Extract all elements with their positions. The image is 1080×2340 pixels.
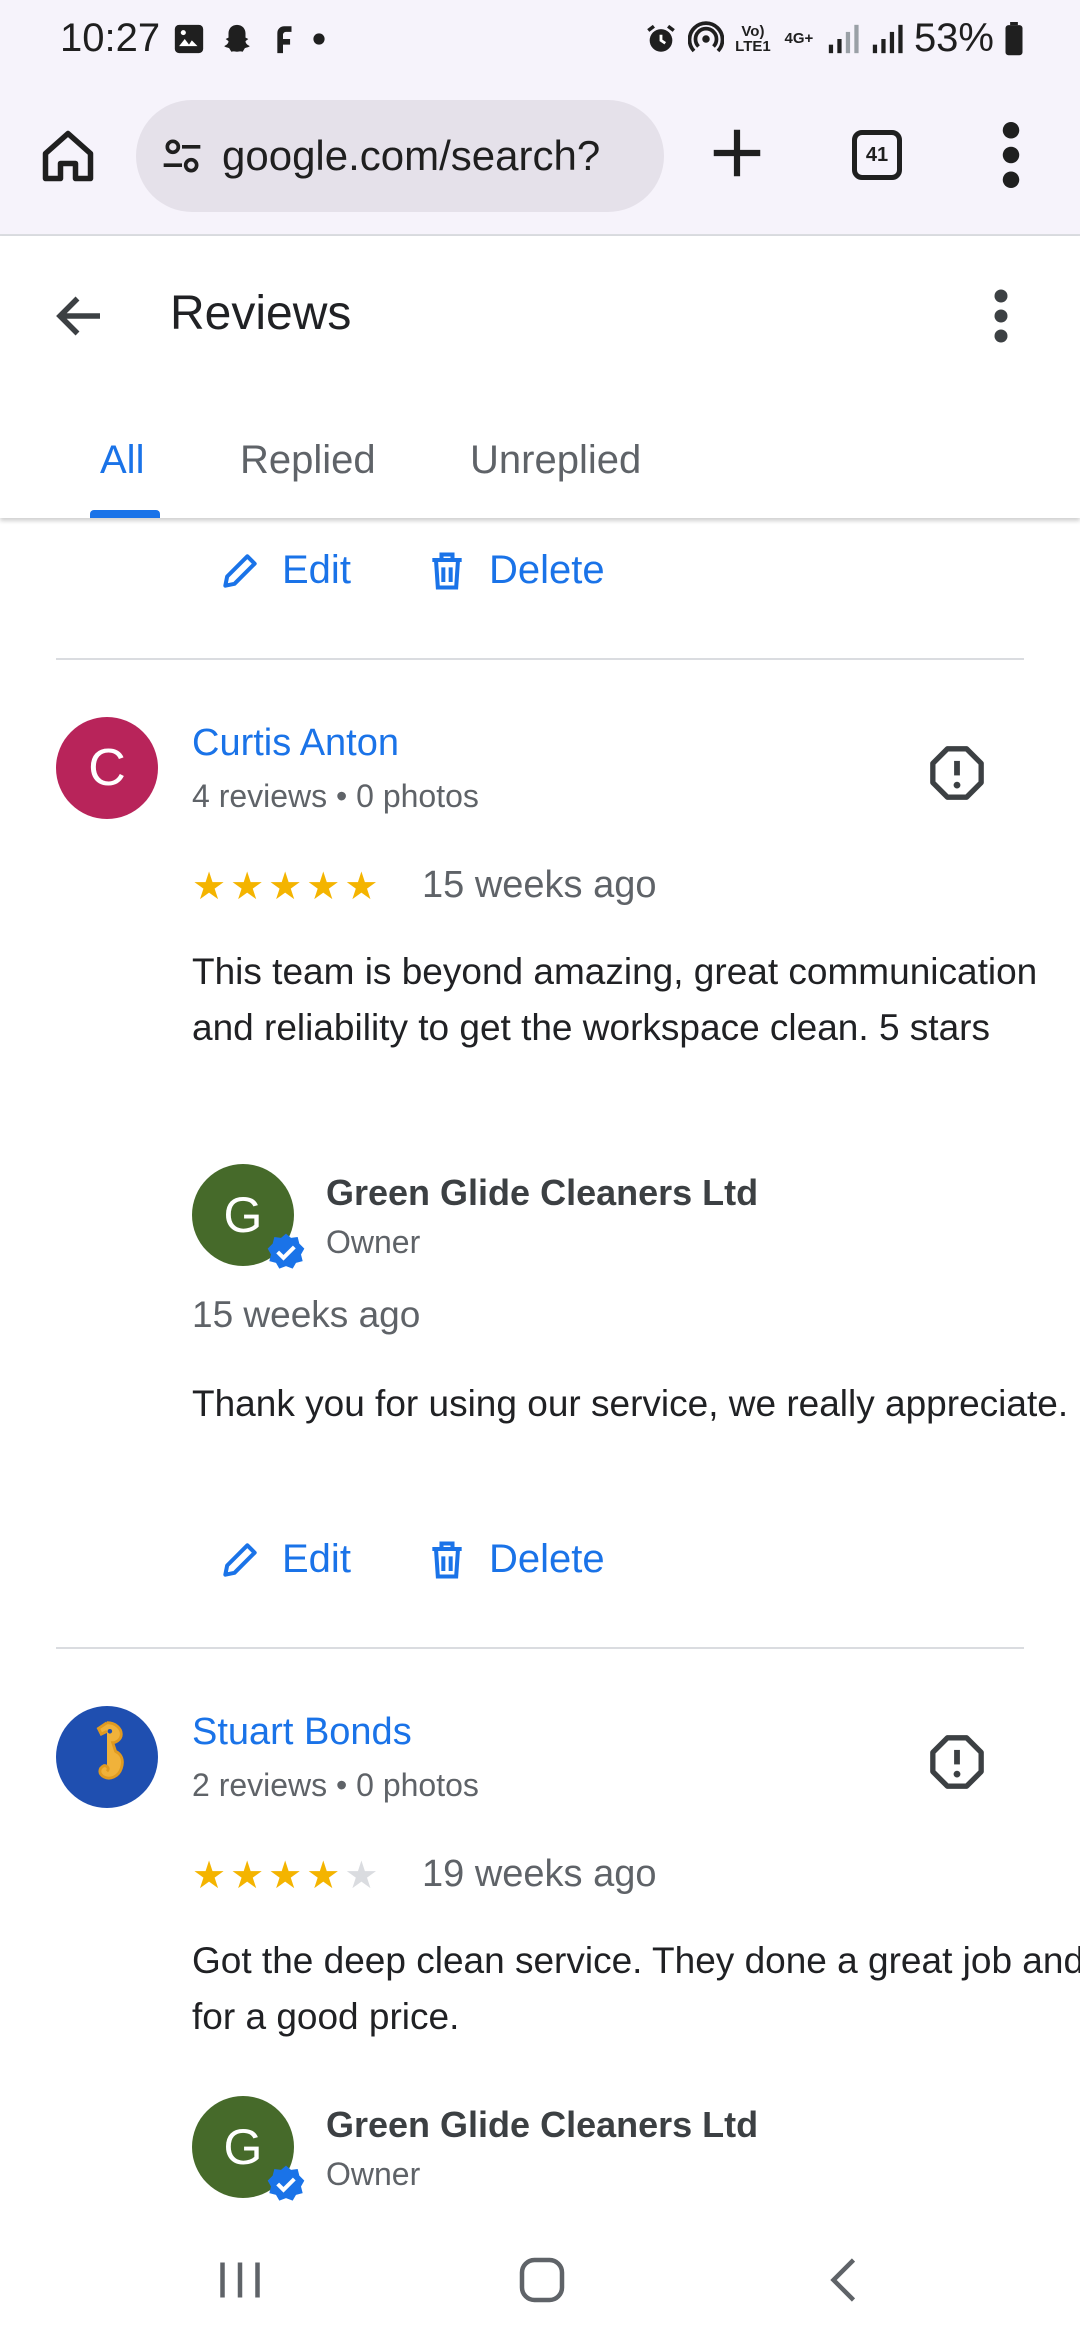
divider	[56, 1647, 1024, 1649]
hotspot-icon	[687, 20, 724, 52]
signal-icon-2	[872, 24, 903, 53]
trash-icon	[432, 1540, 462, 1579]
avatar[interactable]	[56, 1706, 158, 1808]
page-title: Reviews	[170, 287, 352, 340]
tab-unreplied[interactable]: Unreplied	[470, 438, 641, 483]
review-text: Got the deep clean service. They done a …	[192, 1940, 1080, 2037]
url-text[interactable]: google.com/search?	[222, 132, 600, 180]
address-bar[interactable]: google.com/search?	[136, 100, 664, 212]
system-nav-bar	[0, 2220, 1080, 2340]
report-review-icon[interactable]	[928, 1733, 986, 1791]
app-f-icon	[277, 26, 292, 54]
reply-actions: Edit Delete	[218, 1537, 605, 1582]
battery-percent: 53%	[913, 16, 994, 60]
tab-switcher-button[interactable]: 41	[852, 130, 902, 180]
reply-time: 15 weeks ago	[192, 1294, 421, 1335]
seahorse-icon	[96, 1721, 124, 1780]
edit-reply-button[interactable]: Edit	[218, 548, 351, 593]
star-icon: ★	[192, 1855, 227, 1897]
reply-actions: Edit Delete	[218, 548, 605, 593]
tab-replied[interactable]: Replied	[240, 438, 376, 483]
volte-indicator: Vo) LTE1	[735, 22, 771, 55]
reply-text: Thank you for using our service, we real…	[192, 1383, 1069, 1424]
delete-reply-button[interactable]: Delete	[425, 548, 605, 593]
status-right: Vo) LTE1 4G+ 53%	[644, 16, 1024, 61]
divider	[56, 658, 1024, 660]
star-icon: ★	[230, 1855, 265, 1897]
star-rating: ★ ★ ★ ★ ★	[192, 1857, 378, 1895]
reviewer-meta: 4 reviews • 0 photos	[192, 778, 479, 814]
star-icon: ★	[192, 866, 227, 908]
reviews-header: Reviews All Replied Unreplied	[0, 236, 1080, 518]
review-text: This team is beyond amazing, great commu…	[192, 951, 1038, 1048]
owner-avatar: G	[192, 2096, 305, 2201]
status-bar: 10:27 Vo) LTE1 4G+ 53%	[0, 0, 1080, 82]
notification-icons	[172, 22, 326, 56]
reviewer-meta: 2 reviews • 0 photos	[192, 1767, 479, 1803]
star-icon: ★	[268, 1855, 303, 1897]
star-icon: ★	[268, 866, 303, 908]
owner-role: Owner	[326, 2156, 421, 2192]
battery-icon	[1005, 21, 1023, 55]
review-time: 15 weeks ago	[422, 864, 657, 906]
alarm-icon	[647, 24, 675, 52]
owner-avatar: G	[192, 1164, 305, 1269]
active-tab-indicator	[90, 510, 160, 518]
pencil-icon	[223, 1542, 257, 1577]
back-nav-icon[interactable]	[816, 2250, 876, 2310]
snapchat-icon	[224, 24, 250, 52]
reviewer-name[interactable]: Stuart Bonds	[192, 1711, 412, 1754]
home-nav-icon[interactable]	[512, 2250, 572, 2310]
browser-menu-icon[interactable]	[996, 122, 1026, 188]
star-icon: ★	[344, 866, 379, 908]
star-icon: ★	[306, 866, 341, 908]
star-icon: ★	[230, 866, 265, 908]
delete-label: Delete	[488, 548, 605, 592]
recent-apps-icon[interactable]	[210, 2250, 270, 2310]
delete-label: Delete	[488, 1537, 605, 1581]
tab-all[interactable]: All	[100, 438, 144, 483]
avatar[interactable]: C	[56, 717, 158, 819]
edit-reply-button[interactable]: Edit	[218, 1537, 351, 1582]
gallery-icon	[174, 24, 204, 54]
report-review-icon[interactable]	[928, 744, 986, 802]
new-tab-icon[interactable]	[706, 122, 768, 184]
verified-badge-icon	[267, 2165, 305, 2201]
star-rating: ★ ★ ★ ★ ★	[192, 868, 378, 906]
signal-icon	[828, 24, 859, 53]
edit-label: Edit	[282, 1537, 351, 1581]
site-settings-icon[interactable]	[160, 134, 204, 178]
owner-name: Green Glide Cleaners Ltd	[326, 1172, 759, 1213]
owner-role: Owner	[326, 1224, 421, 1260]
verified-badge-icon	[267, 1233, 305, 1269]
pencil-icon	[223, 553, 257, 588]
edit-label: Edit	[282, 548, 351, 592]
back-arrow-icon[interactable]	[50, 286, 110, 346]
owner-name: Green Glide Cleaners Ltd	[326, 2104, 759, 2145]
review-filter-tabs: All Replied Unreplied	[0, 416, 1080, 518]
browser-toolbar: google.com/search? 41	[0, 82, 1080, 236]
star-icon: ★	[306, 1855, 341, 1897]
more-options-icon[interactable]	[986, 286, 1016, 346]
trash-icon	[432, 551, 462, 590]
network-type: 4G+	[784, 30, 814, 47]
dot-icon	[313, 33, 325, 45]
owner-initial: G	[223, 2119, 263, 2175]
review-time: 19 weeks ago	[422, 1853, 657, 1895]
home-icon[interactable]	[38, 126, 98, 186]
delete-reply-button[interactable]: Delete	[425, 1537, 605, 1582]
owner-initial: G	[223, 1187, 263, 1243]
reviewer-name[interactable]: Curtis Anton	[192, 722, 399, 765]
status-time: 10:27	[60, 16, 161, 60]
star-icon: ★	[344, 1855, 379, 1897]
